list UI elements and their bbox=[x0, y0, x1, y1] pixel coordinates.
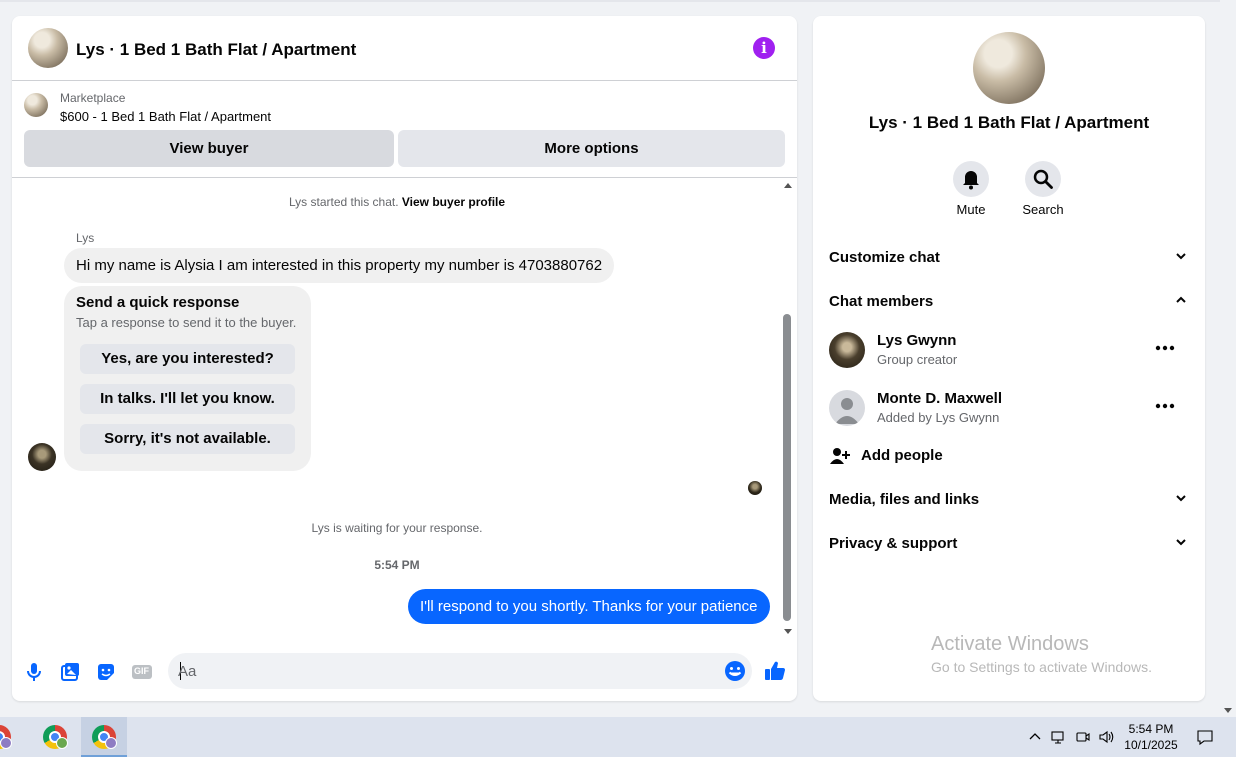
activate-windows-subtitle: Go to Settings to activate Windows. bbox=[931, 659, 1152, 675]
activate-windows-title: Activate Windows bbox=[931, 633, 1089, 655]
photo-icon[interactable] bbox=[59, 661, 81, 683]
scrollbar-thumb[interactable] bbox=[783, 314, 791, 621]
quick-response-not-available-button[interactable]: Sorry, it's not available. bbox=[80, 424, 295, 454]
message-composer: GIF bbox=[12, 648, 797, 696]
marketplace-thumbnail[interactable] bbox=[24, 93, 48, 117]
profile-badge-icon bbox=[56, 737, 68, 749]
system-clock[interactable]: 5:54 PM 10/1/2025 bbox=[1118, 721, 1184, 753]
listing-title[interactable]: $600 - 1 Bed 1 Bath Flat / Apartment bbox=[60, 109, 271, 124]
emoji-icon[interactable] bbox=[724, 660, 746, 682]
quick-response-in-talks-button[interactable]: In talks. I'll let you know. bbox=[80, 384, 295, 414]
member-role: Added by Lys Gwynn bbox=[877, 410, 1000, 425]
taskbar-chrome-app[interactable] bbox=[32, 717, 78, 757]
add-person-icon bbox=[830, 448, 850, 464]
quick-response-subtitle: Tap a response to send it to the buyer. bbox=[76, 315, 297, 330]
view-buyer-button[interactable]: View buyer bbox=[24, 130, 394, 167]
marketplace-label: Marketplace bbox=[60, 91, 126, 105]
microphone-icon[interactable] bbox=[23, 661, 45, 683]
scroll-down-arrow-icon[interactable] bbox=[784, 629, 792, 634]
more-options-icon[interactable] bbox=[1155, 396, 1175, 416]
info-icon[interactable]: i bbox=[753, 37, 775, 59]
quick-response-title: Send a quick response bbox=[76, 294, 240, 311]
divider bbox=[12, 177, 797, 178]
meet-now-icon[interactable] bbox=[1075, 729, 1091, 745]
search-button[interactable]: Search bbox=[1013, 161, 1073, 217]
scroll-down-arrow-icon[interactable] bbox=[1224, 708, 1232, 713]
chat-members-label: Chat members bbox=[829, 293, 934, 310]
message-input-box[interactable] bbox=[168, 653, 752, 689]
privacy-support-section[interactable]: Privacy & support bbox=[829, 530, 1189, 558]
page-scrollbar[interactable] bbox=[1220, 0, 1236, 717]
member-avatar[interactable] bbox=[829, 390, 865, 426]
thumbs-up-icon[interactable] bbox=[764, 660, 786, 682]
chat-members-section[interactable]: Chat members bbox=[829, 288, 1189, 316]
media-files-links-section[interactable]: Media, files and links bbox=[829, 486, 1189, 514]
scroll-up-arrow-icon[interactable] bbox=[784, 183, 792, 188]
info-panel-title: Lys · 1 Bed 1 Bath Flat / Apartment bbox=[868, 113, 1150, 132]
chat-title[interactable]: Lys · 1 Bed 1 Bath Flat / Apartment bbox=[76, 40, 356, 60]
chat-started-notice: Lys started this chat. View buyer profil… bbox=[12, 195, 782, 209]
sender-avatar[interactable] bbox=[28, 443, 56, 471]
member-avatar[interactable] bbox=[829, 332, 865, 368]
more-options-button[interactable]: More options bbox=[398, 130, 785, 167]
listing-thumbnail[interactable] bbox=[28, 28, 68, 68]
privacy-support-label: Privacy & support bbox=[829, 535, 958, 552]
chat-panel: Lys · 1 Bed 1 Bath Flat / Apartment i Ma… bbox=[12, 16, 797, 701]
mute-label: Mute bbox=[956, 202, 986, 217]
member-row[interactable]: Lys Gwynn Group creator bbox=[829, 330, 1189, 370]
chat-header: Lys · 1 Bed 1 Bath Flat / Apartment i bbox=[12, 16, 797, 81]
message-timestamp: 5:54 PM bbox=[374, 558, 420, 572]
chevron-down-icon bbox=[1176, 495, 1186, 502]
seen-receipt-avatar bbox=[748, 481, 762, 495]
message-input[interactable] bbox=[178, 653, 708, 689]
sender-name: Lys bbox=[76, 231, 95, 245]
chat-started-text: Lys started this chat. bbox=[288, 195, 399, 209]
incoming-message[interactable]: Hi my name is Alysia I am interested in … bbox=[64, 248, 615, 283]
gif-label: GIF bbox=[134, 666, 149, 676]
media-files-links-label: Media, files and links bbox=[829, 491, 980, 508]
sticker-icon[interactable] bbox=[95, 661, 117, 683]
chevron-up-icon bbox=[1176, 296, 1186, 303]
network-icon[interactable] bbox=[1051, 729, 1067, 745]
top-border bbox=[0, 0, 1220, 2]
taskbar-chrome-app-active[interactable] bbox=[81, 717, 127, 757]
bell-icon bbox=[953, 161, 989, 197]
member-name[interactable]: Monte D. Maxwell bbox=[877, 390, 1002, 407]
quick-response-yes-button[interactable]: Yes, are you interested? bbox=[80, 344, 295, 374]
listing-photo[interactable] bbox=[973, 32, 1045, 104]
chevron-down-icon bbox=[1176, 253, 1186, 260]
more-options-icon[interactable] bbox=[1155, 338, 1175, 358]
gif-icon[interactable]: GIF bbox=[131, 661, 153, 683]
member-row[interactable]: Monte D. Maxwell Added by Lys Gwynn bbox=[829, 388, 1189, 428]
customize-chat-section[interactable]: Customize chat bbox=[829, 244, 1189, 272]
outgoing-message[interactable]: I'll respond to you shortly. Thanks for … bbox=[408, 589, 770, 624]
notification-center-icon[interactable] bbox=[1196, 728, 1214, 746]
chevron-down-icon bbox=[1176, 539, 1186, 546]
add-people-label: Add people bbox=[861, 447, 943, 464]
waiting-notice: Lys is waiting for your response. bbox=[311, 521, 483, 535]
clock-time: 5:54 PM bbox=[1128, 722, 1174, 736]
profile-badge-icon bbox=[105, 737, 117, 749]
search-icon bbox=[1025, 161, 1061, 197]
taskbar-chrome-app[interactable] bbox=[0, 717, 22, 757]
search-label: Search bbox=[1022, 202, 1064, 217]
chevron-up-icon[interactable] bbox=[1027, 729, 1043, 745]
profile-badge-icon bbox=[0, 737, 12, 749]
mute-button[interactable]: Mute bbox=[941, 161, 1001, 217]
windows-taskbar: 5:54 PM 10/1/2025 bbox=[0, 717, 1236, 757]
customize-chat-label: Customize chat bbox=[829, 249, 940, 266]
chat-info-panel: Lys · 1 Bed 1 Bath Flat / Apartment Mute… bbox=[813, 16, 1205, 701]
member-role: Group creator bbox=[877, 352, 958, 367]
clock-date: 10/1/2025 bbox=[1124, 738, 1178, 752]
chat-scrollbar[interactable] bbox=[782, 181, 794, 636]
member-name[interactable]: Lys Gwynn bbox=[877, 332, 956, 349]
volume-icon[interactable] bbox=[1098, 729, 1114, 745]
quick-response-card: Send a quick response Tap a response to … bbox=[64, 286, 311, 471]
view-buyer-profile-link[interactable]: View buyer profile bbox=[402, 195, 505, 209]
